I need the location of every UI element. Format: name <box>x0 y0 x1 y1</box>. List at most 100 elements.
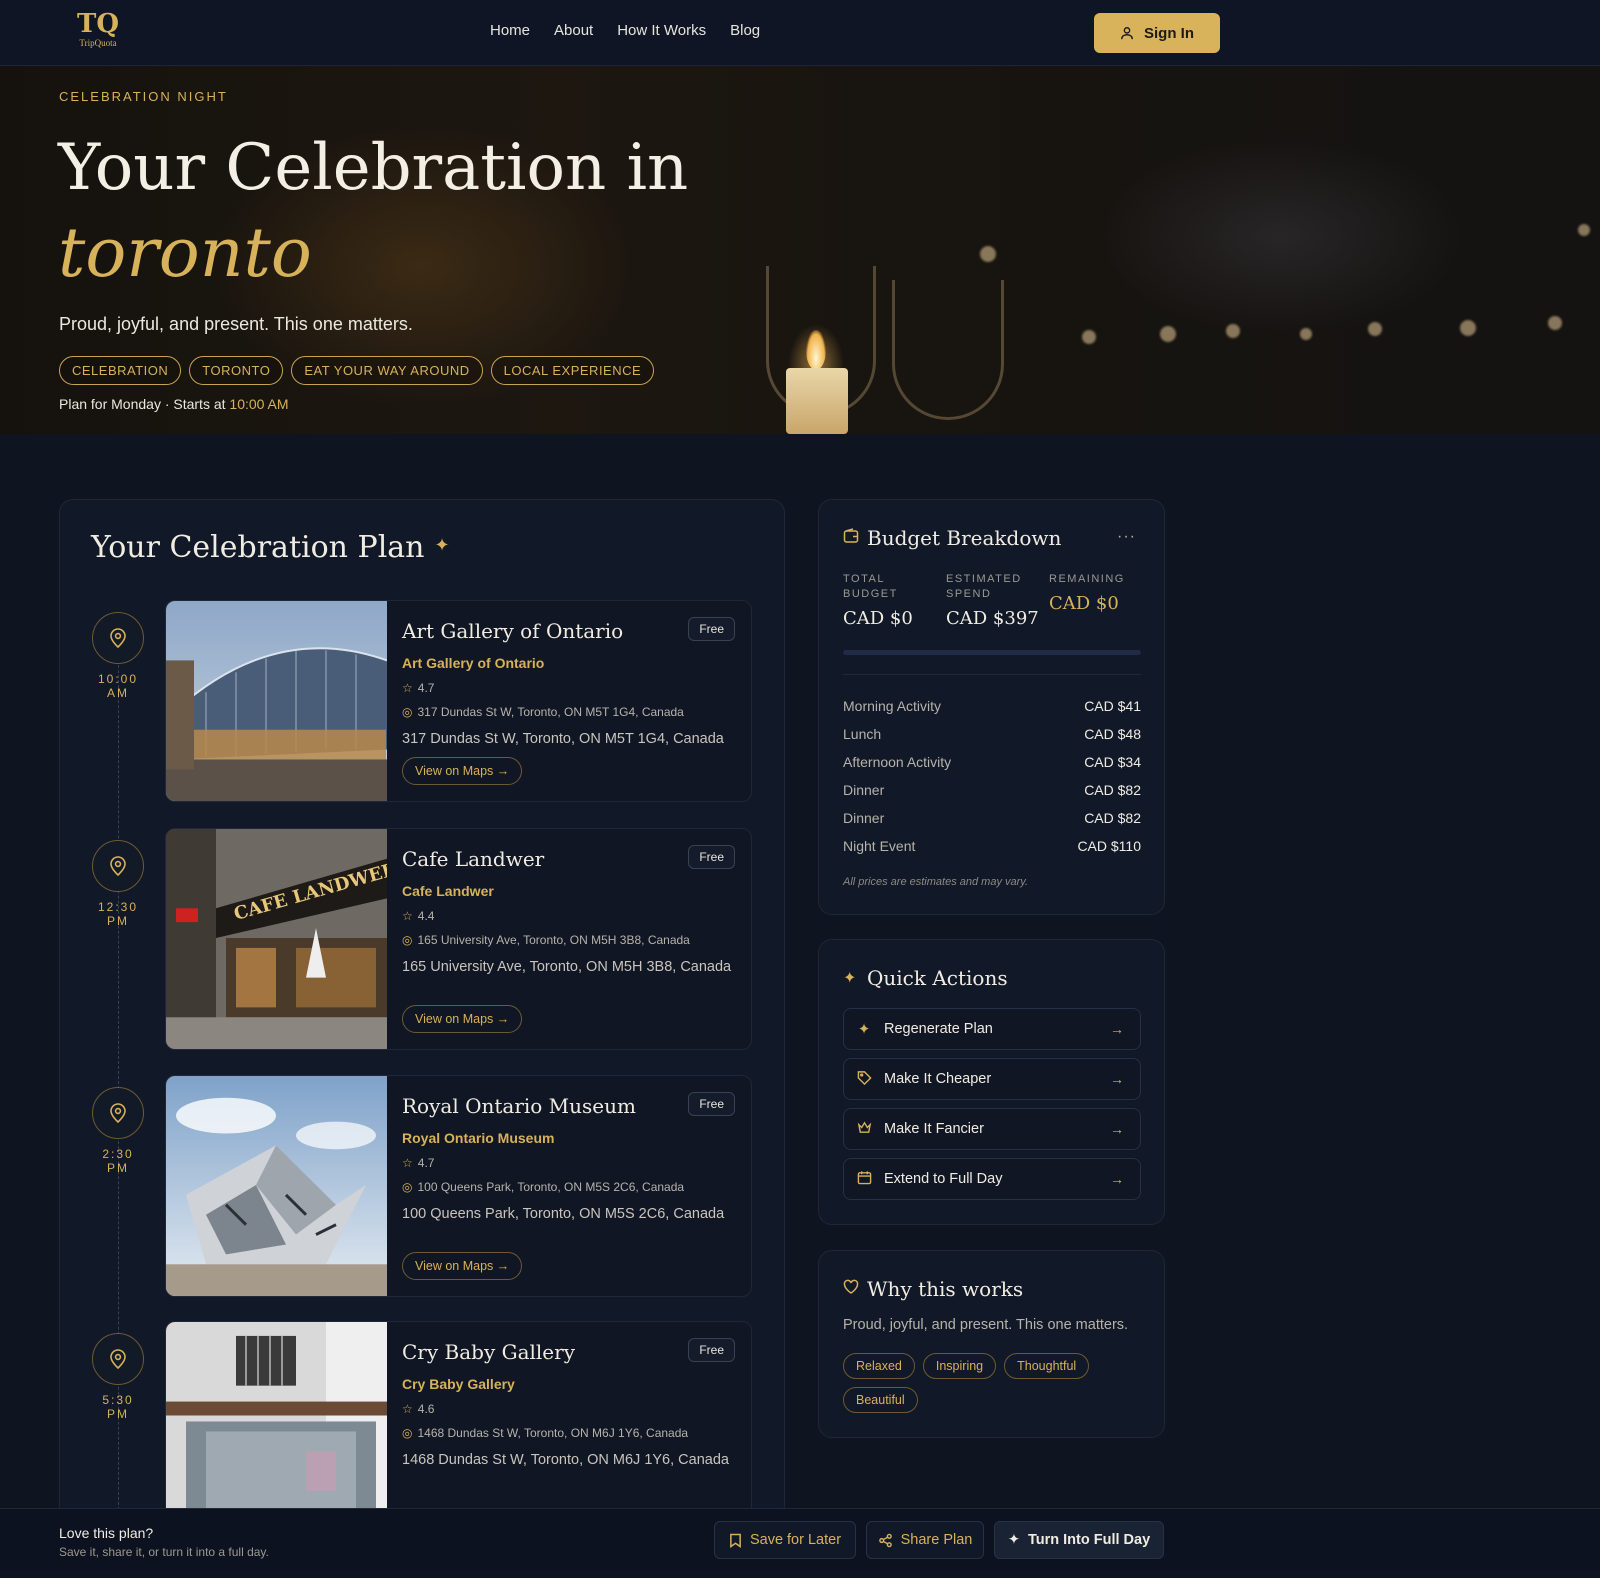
logo-text: TripQuota <box>79 38 117 48</box>
bokeh-light <box>1160 326 1176 342</box>
activity-image-art-gallery <box>166 601 387 801</box>
activity-subtitle: Cafe Landwer <box>402 883 494 899</box>
mood-pills: Relaxed Inspiring Thoughtful Beautiful <box>843 1353 1143 1413</box>
hero-city: toronto <box>58 214 312 293</box>
plan-for-line: Plan for Monday · Starts at 10:00 AM <box>59 396 289 412</box>
pill-inspiring: Inspiring <box>922 1353 997 1379</box>
footer-subtitle: Save it, share it, or turn it into a ful… <box>59 1545 269 1559</box>
timeline-time: 12:30 PM <box>88 900 148 928</box>
location-icon: ◎ <box>402 705 413 719</box>
bookmark-icon <box>730 1533 741 1548</box>
budget-row-label: Night Event <box>843 838 916 854</box>
maps-label: View on Maps <box>415 1259 494 1273</box>
hero-eyebrow: CELEBRATION NIGHT <box>59 89 228 104</box>
crown-icon <box>844 1120 884 1139</box>
time-value: 2:30 <box>102 1147 134 1161</box>
budget-row-value: CAD $48 <box>1084 726 1141 742</box>
timeline-pin <box>92 1333 144 1385</box>
arrow-right-icon: → <box>496 1259 510 1273</box>
map-pin-icon <box>110 1349 126 1369</box>
more-options-icon[interactable]: ··· <box>1117 528 1136 546</box>
view-on-maps-button[interactable]: View on Maps → <box>402 757 523 785</box>
activity-rating: ☆ 4.7 <box>402 1156 434 1170</box>
activity-image-cry-baby-gallery <box>166 1322 387 1508</box>
activity-card[interactable]: CAFE LANDWER Cafe Landwer Free Cafe Land… <box>165 828 752 1050</box>
activity-card[interactable]: Cry Baby Gallery Free Cry Baby Gallery ☆… <box>165 1321 752 1508</box>
time-period: AM <box>107 686 129 700</box>
activity-card[interactable]: Royal Ontario Museum Free Royal Ontario … <box>165 1075 752 1297</box>
tag-toronto: TORONTO <box>189 356 284 385</box>
timeline-time: 10:00 AM <box>88 672 148 700</box>
activity-address: 317 Dundas St W, Toronto, ON M5T 1G4, Ca… <box>402 731 724 747</box>
rating-value: 4.6 <box>417 1402 435 1416</box>
budget-row-label: Dinner <box>843 782 885 798</box>
divider <box>843 674 1141 675</box>
bokeh-light <box>1082 330 1096 344</box>
budget-row: Dinner CAD $82 <box>843 810 1141 826</box>
candle <box>786 368 848 434</box>
share-plan-button[interactable]: Share Plan <box>866 1521 984 1559</box>
sign-in-button[interactable]: Sign In <box>1094 13 1220 53</box>
activity-name: Royal Ontario Museum <box>402 1094 636 1118</box>
plan-title-row: Your Celebration Plan ✦ <box>91 530 450 565</box>
activity-address: 100 Queens Park, Toronto, ON M5S 2C6, Ca… <box>402 1206 725 1222</box>
activity-rating: ☆ 4.7 <box>402 681 434 695</box>
make-it-fancier-button[interactable]: Make It Fancier → <box>843 1108 1141 1150</box>
tag-celebration: CELEBRATION <box>59 356 182 385</box>
nav-link-blog[interactable]: Blog <box>730 22 760 39</box>
activity-image-cafe-landwer: CAFE LANDWER <box>166 829 387 1049</box>
star-icon: ☆ <box>402 1402 413 1416</box>
bokeh-light <box>1548 316 1562 330</box>
turn-into-full-day-button[interactable]: ✦ Turn Into Full Day <box>994 1521 1164 1559</box>
view-on-maps-button[interactable]: View on Maps → <box>402 1005 523 1033</box>
map-pin-icon <box>110 1103 126 1123</box>
pill-relaxed: Relaxed <box>843 1353 915 1379</box>
quick-actions-title: Quick Actions <box>867 966 1008 990</box>
activity-name: Cafe Landwer <box>402 847 545 871</box>
activity-name: Art Gallery of Ontario <box>402 619 624 643</box>
sparkle-icon: ✦ <box>434 535 450 556</box>
pill-beautiful: Beautiful <box>843 1387 918 1413</box>
estimated-spend: ESTIMATED SPEND CAD $397 <box>946 572 1039 629</box>
view-on-maps-button[interactable]: View on Maps → <box>402 1252 523 1280</box>
nav-link-how-it-works[interactable]: How It Works <box>617 22 706 39</box>
star-icon: ☆ <box>402 681 413 695</box>
bokeh-light <box>1226 324 1240 338</box>
why-title: Why this works <box>867 1277 1024 1301</box>
wine-glass <box>892 280 1004 420</box>
save-for-later-button[interactable]: Save for Later <box>714 1521 856 1559</box>
top-nav: TQ TripQuota Home About How It Works Blo… <box>0 0 1600 66</box>
time-period: PM <box>107 914 129 928</box>
regenerate-plan-button[interactable]: ✦ Regenerate Plan → <box>843 1008 1141 1050</box>
budget-row: Night Event CAD $110 <box>843 838 1141 854</box>
arrow-right-icon: → <box>496 1012 510 1026</box>
logo[interactable]: TQ TripQuota <box>74 10 122 54</box>
price-badge: Free <box>688 1338 735 1362</box>
turn-into-full-day-label: Turn Into Full Day <box>1027 1532 1151 1548</box>
address-short-text: 1468 Dundas St W, Toronto, ON M6J 1Y6, C… <box>417 1426 689 1440</box>
rating-value: 4.7 <box>417 1156 435 1170</box>
sign-in-label: Sign In <box>1144 24 1194 42</box>
timeline-time: 5:30 PM <box>88 1393 148 1421</box>
footer-title: Love this plan? <box>59 1525 154 1541</box>
budget-row-label: Dinner <box>843 810 885 826</box>
timeline-pin <box>92 840 144 892</box>
budget-row-value: CAD $82 <box>1084 810 1141 826</box>
activity-rating: ☆ 4.6 <box>402 1402 434 1416</box>
location-icon: ◎ <box>402 1426 413 1440</box>
start-time: 10:00 AM <box>229 396 289 412</box>
activity-card[interactable]: Art Gallery of Ontario Free Art Gallery … <box>165 600 752 802</box>
make-it-cheaper-button[interactable]: Make It Cheaper → <box>843 1058 1141 1100</box>
extend-to-full-day-button[interactable]: Extend to Full Day → <box>843 1158 1141 1200</box>
budget-row-value: CAD $34 <box>1084 754 1141 770</box>
maps-label: View on Maps <box>415 764 494 778</box>
tag-local-experience: LOCAL EXPERIENCE <box>490 356 655 385</box>
bokeh-light <box>980 246 996 262</box>
maps-label: View on Maps <box>415 1012 494 1026</box>
nav-link-about[interactable]: About <box>554 22 593 39</box>
budget-title: Budget Breakdown <box>867 526 1062 550</box>
timeline-line <box>118 640 119 1520</box>
nav-link-home[interactable]: Home <box>490 22 530 39</box>
bokeh-light <box>1460 320 1476 336</box>
timeline-time: 2:30 PM <box>88 1147 148 1175</box>
